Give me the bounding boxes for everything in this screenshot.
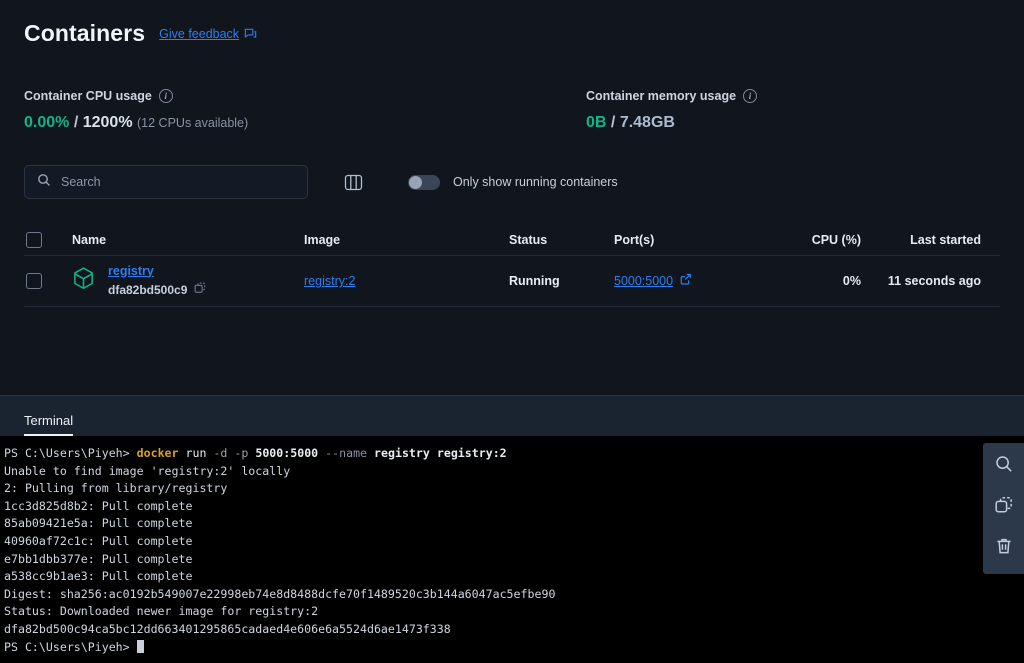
- terminal-output-line: 40960af72c1c: Pull complete: [4, 533, 193, 548]
- container-last-started-cell: 11 seconds ago: [861, 272, 981, 290]
- cpu-note: (12 CPUs available): [137, 116, 249, 130]
- table-header-row: Name Image Status Port(s) CPU (%) Last s…: [24, 225, 1000, 255]
- terminal-image-arg: registry:2: [436, 446, 507, 460]
- memory-usage-label: Container memory usage: [586, 89, 737, 103]
- row-checkbox[interactable]: [26, 273, 42, 289]
- info-icon[interactable]: i: [158, 89, 173, 103]
- container-image-link[interactable]: registry:2: [304, 274, 355, 288]
- terminal-subcommand: run: [185, 446, 207, 460]
- memory-usage-stat: Container memory usage i 0B / 7.48GB: [586, 89, 758, 132]
- select-all-checkbox[interactable]: [26, 232, 42, 248]
- terminal-command-line: PS C:\Users\Piyeh> docker run -d -p 5000…: [4, 446, 507, 460]
- terminal-output-line: e7bb1dbb377e: Pull complete: [4, 551, 193, 566]
- terminal-prompt: PS C:\Users\Piyeh>: [4, 446, 130, 460]
- cpu-separator: /: [73, 114, 79, 131]
- memory-total: 7.48GB: [619, 114, 675, 131]
- column-header-last-started[interactable]: Last started: [861, 233, 981, 247]
- column-header-name[interactable]: Name: [72, 233, 304, 247]
- container-status-cell: Running: [509, 272, 614, 290]
- stats-row: Container CPU usage i 0.00% / 1200% (12 …: [24, 89, 1000, 132]
- last-started: 11 seconds ago: [887, 274, 981, 288]
- column-header-image[interactable]: Image: [304, 233, 509, 247]
- terminal-output-line: 85ab09421e5a: Pull complete: [4, 516, 193, 531]
- status-badge: Running: [509, 274, 560, 288]
- table-row[interactable]: registry dfa82bd500c9 registry:2 Running…: [24, 255, 1000, 307]
- terminal-output-line: Status: Downloaded newer image for regis…: [4, 604, 319, 619]
- terminal-output-line: dfa82bd500c94ca5bc12dd663401295865cadaed…: [4, 621, 451, 636]
- terminal-tabbar: Terminal: [0, 395, 1024, 436]
- trash-icon[interactable]: [994, 536, 1014, 561]
- containers-panel: Containers Give feedback Container CPU u…: [0, 0, 1024, 395]
- terminal-flag-name: --name: [325, 446, 368, 460]
- container-id: dfa82bd500c9: [108, 282, 188, 297]
- select-all-cell: [26, 232, 72, 248]
- terminal-output-line: 1cc3d825d8b2: Pull complete: [4, 498, 193, 513]
- column-header-ports[interactable]: Port(s): [614, 233, 789, 247]
- container-name-block: registry dfa82bd500c9: [108, 264, 206, 299]
- terminal-cursor: [136, 639, 144, 653]
- port-link[interactable]: 5000:5000: [614, 274, 673, 288]
- search-icon[interactable]: [994, 454, 1014, 479]
- cpu-percent: 0%: [842, 274, 861, 288]
- terminal-final-prompt: PS C:\Users\Piyeh>: [4, 639, 130, 654]
- cpu-usage-label-row: Container CPU usage i: [24, 89, 586, 103]
- search-input[interactable]: [61, 175, 295, 189]
- memory-usage-value: 0B / 7.48GB: [586, 114, 757, 132]
- cpu-total: 1200%: [82, 114, 133, 131]
- running-filter-toggle-wrap[interactable]: Only show running containers: [408, 174, 618, 190]
- columns-layout-icon[interactable]: [342, 171, 364, 193]
- controls-row: Only show running containers: [24, 165, 1000, 199]
- terminal-flag-detach: -d: [213, 446, 228, 460]
- terminal-command-binary: docker: [136, 446, 179, 460]
- only-show-running-label: Only show running containers: [453, 175, 618, 189]
- container-name-link[interactable]: registry: [108, 264, 206, 278]
- column-header-status[interactable]: Status: [509, 233, 614, 247]
- memory-usage-label-row: Container memory usage i: [586, 89, 758, 103]
- give-feedback-link[interactable]: Give feedback: [159, 27, 257, 41]
- tab-terminal[interactable]: Terminal: [24, 413, 74, 436]
- cpu-usage-stat: Container CPU usage i 0.00% / 1200% (12 …: [24, 89, 586, 132]
- external-link-icon[interactable]: [680, 272, 692, 290]
- terminal-output-line: a538cc9b1ae3: Pull complete: [4, 569, 193, 584]
- memory-separator: /: [610, 114, 616, 131]
- port-mapping[interactable]: 5000:5000: [614, 272, 789, 290]
- copy-icon[interactable]: [994, 495, 1014, 520]
- terminal-name-value: registry: [374, 446, 430, 460]
- column-header-cpu[interactable]: CPU (%): [789, 233, 861, 247]
- terminal-flag-publish: -p: [234, 446, 249, 460]
- cpu-used: 0.00%: [24, 114, 70, 131]
- cpu-usage-label: Container CPU usage: [24, 89, 152, 103]
- copy-icon[interactable]: [194, 281, 206, 299]
- memory-used: 0B: [586, 114, 607, 131]
- container-name-cell: registry dfa82bd500c9: [72, 264, 304, 299]
- terminal-output-line: Unable to find image 'registry:2' locall…: [4, 463, 291, 478]
- container-ports-cell: 5000:5000: [614, 272, 789, 290]
- containers-table: Name Image Status Port(s) CPU (%) Last s…: [24, 225, 1000, 307]
- cpu-usage-value: 0.00% / 1200% (12 CPUs available): [24, 114, 586, 132]
- row-select-cell: [26, 273, 72, 289]
- terminal-output-line: 2: Pulling from library/registry: [4, 481, 228, 496]
- feedback-bubble-icon: [244, 27, 257, 40]
- search-icon: [37, 173, 51, 192]
- only-show-running-toggle[interactable]: [408, 174, 440, 190]
- page-header: Containers Give feedback: [24, 0, 1000, 47]
- terminal-output[interactable]: PS C:\Users\Piyeh> docker run -d -p 5000…: [0, 436, 1024, 663]
- give-feedback-label: Give feedback: [159, 26, 240, 41]
- container-id-block: dfa82bd500c9: [108, 281, 206, 299]
- terminal-output-line: Digest: sha256:ac0192b549007e22998eb74e8…: [4, 586, 556, 601]
- container-cube-icon: [72, 266, 95, 296]
- page-title: Containers: [24, 20, 146, 46]
- container-cpu-cell: 0%: [789, 272, 861, 290]
- terminal-toolbar: [983, 443, 1024, 574]
- search-box[interactable]: [24, 165, 308, 199]
- terminal-publish-value: 5000:5000: [255, 446, 319, 460]
- info-icon[interactable]: i: [743, 89, 758, 103]
- container-image-cell: registry:2: [304, 272, 509, 290]
